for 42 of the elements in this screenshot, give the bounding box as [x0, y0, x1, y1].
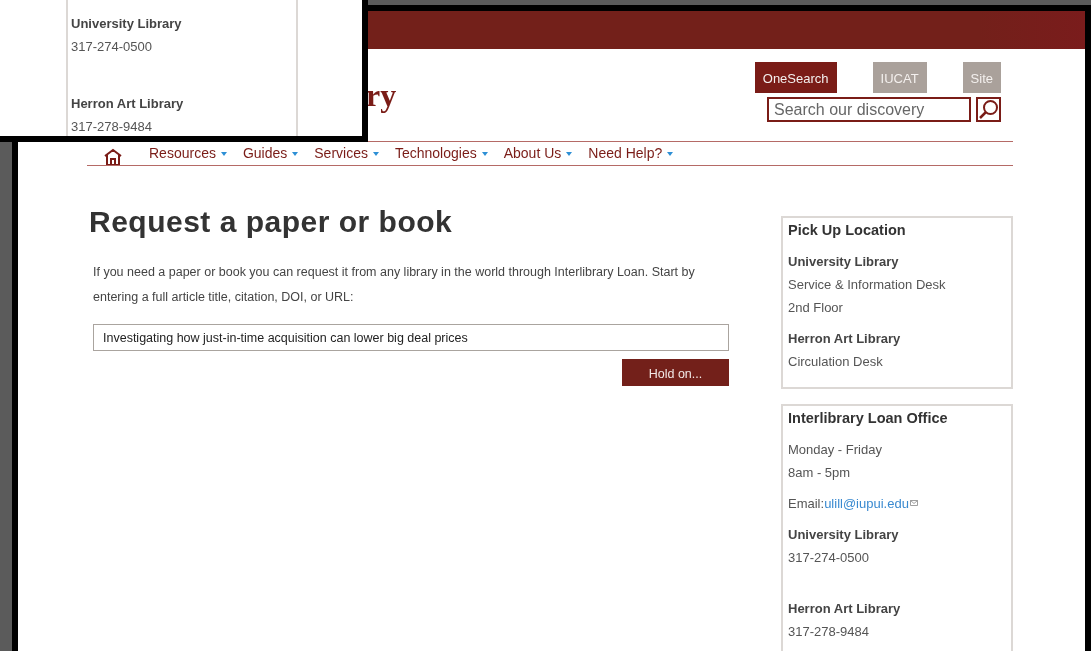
hours-text: 8am - 5pm	[788, 463, 852, 482]
caret-icon	[667, 151, 674, 156]
caret-icon	[566, 151, 573, 156]
hours-text: Monday - Friday	[788, 440, 883, 459]
caret-icon	[220, 151, 227, 156]
envelope-icon	[909, 500, 918, 506]
logo-text[interactable]: ry	[366, 79, 397, 141]
panel-title: Pick Up Location	[788, 221, 907, 240]
email-label: Email:	[788, 494, 825, 513]
caret-icon	[481, 151, 488, 156]
nav-menu-link[interactable]: Services	[314, 143, 379, 164]
library-name: University Library	[788, 252, 900, 271]
search-button[interactable]	[976, 97, 1001, 122]
search-tab[interactable]: OneSearch	[754, 62, 837, 93]
library-name: Herron Art Library	[71, 95, 185, 113]
nav-menu-link[interactable]: Guides	[242, 143, 299, 164]
submit-button[interactable]: Hold on...	[622, 359, 729, 386]
search-field[interactable]: Search our discovery	[767, 97, 971, 122]
phone-number: 317-278-9484	[788, 622, 870, 641]
panel-title: Interlibrary Loan Office	[788, 408, 949, 428]
intro-paragraph: If you need a paper or book you can request it from any library in the world through Interlibrary Loan. Start by entering a full article title, citation, DOI, or URL:	[93, 264, 696, 306]
caret-icon	[292, 151, 299, 156]
home-icon[interactable]	[103, 148, 123, 165]
email-link[interactable]: ulill@iupui.edu	[824, 491, 909, 515]
citation-input[interactable]: Investigating how just-in-time acquisition can lower big deal prices	[93, 324, 729, 351]
library-name: Herron Art Library	[788, 329, 902, 348]
library-name: University Library	[71, 15, 183, 33]
phone-number: 317-274-0500	[788, 548, 870, 567]
search-icon	[978, 99, 999, 120]
library-name: University Library	[788, 525, 900, 544]
nav-menu-link[interactable]: Resources	[149, 143, 227, 164]
page-title: Request a paper or book	[89, 204, 454, 240]
nav-menu-link[interactable]: About Us	[503, 143, 573, 164]
library-name: Herron Art Library	[788, 599, 902, 618]
phone-number: 317-278-9484	[71, 118, 153, 136]
location-text: Circulation Desk	[788, 352, 884, 371]
location-text: Service & Information Desk	[788, 275, 947, 294]
caret-icon	[372, 151, 379, 156]
location-text: 2nd Floor	[788, 298, 844, 317]
nav-menu-link[interactable]: Technologies	[394, 143, 488, 164]
phone-number: 317-274-0500	[71, 38, 153, 56]
nav-menu-link[interactable]: Need Help?	[588, 143, 674, 164]
